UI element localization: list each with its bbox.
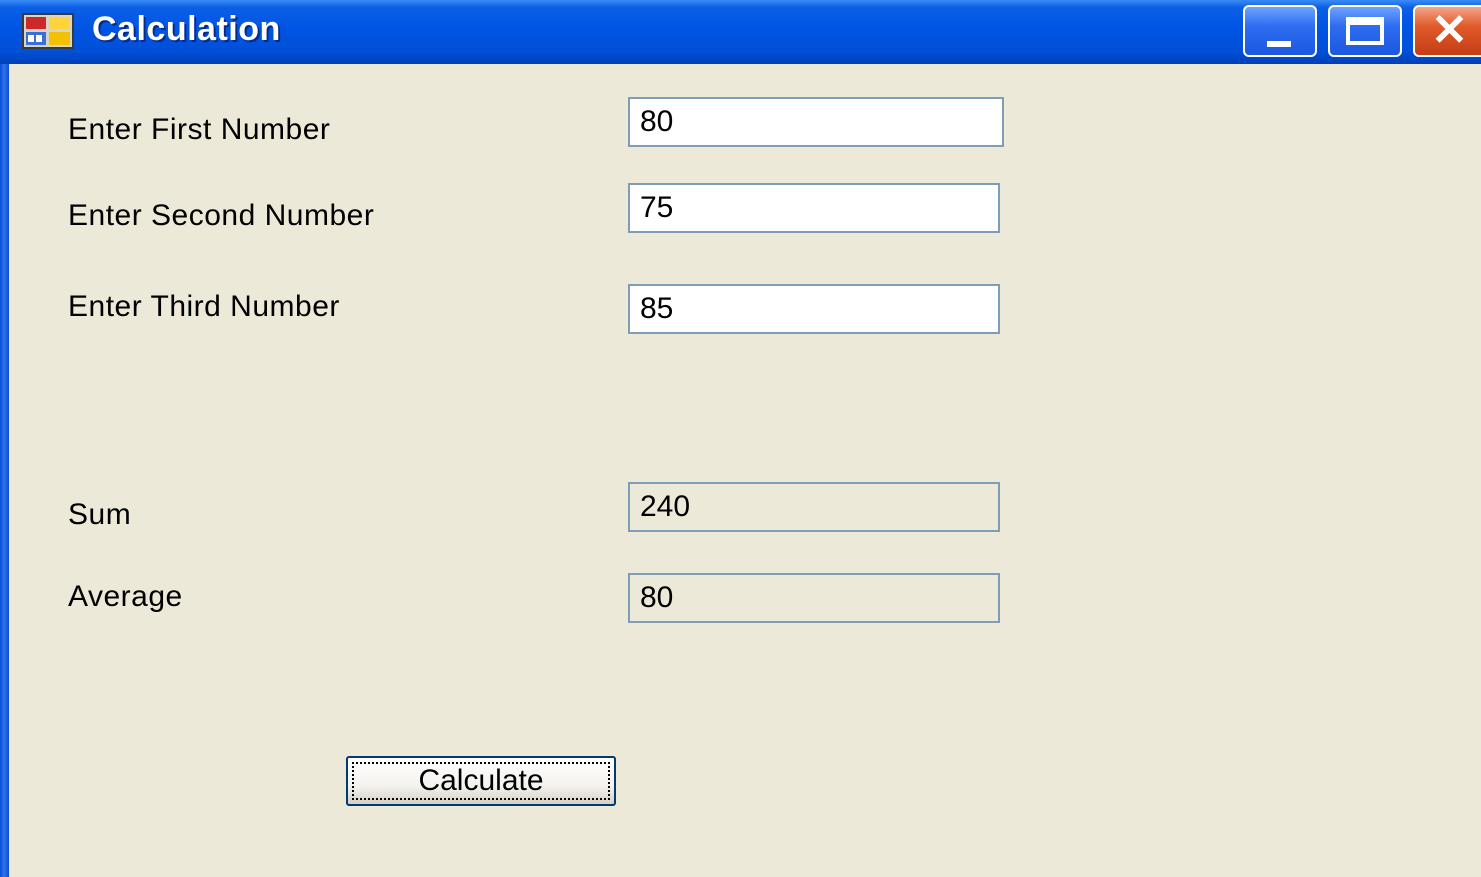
maximize-button[interactable] [1328, 5, 1402, 57]
close-icon: ✕ [1431, 6, 1468, 55]
window-left-border [0, 64, 9, 877]
window-title: Calculation [92, 10, 281, 48]
calculate-button-label: Calculate [418, 764, 544, 797]
second-number-label: Enter Second Number [68, 199, 375, 232]
average-label: Average [68, 580, 183, 613]
minimize-button[interactable] [1243, 5, 1317, 57]
app-form-icon [22, 13, 74, 49]
calculation-window: Calculation ✕ Enter First Number Enter S… [0, 0, 1481, 877]
close-button[interactable]: ✕ [1413, 5, 1481, 57]
sum-output[interactable] [628, 482, 1000, 532]
sum-label: Sum [68, 498, 132, 531]
maximize-icon [1346, 17, 1384, 45]
first-number-label: Enter First Number [68, 113, 331, 146]
title-bar[interactable]: Calculation ✕ [0, 0, 1481, 64]
third-number-input[interactable] [628, 284, 1000, 334]
second-number-input[interactable] [628, 183, 1000, 233]
average-output[interactable] [628, 573, 1000, 623]
calculate-button[interactable]: Calculate [346, 756, 616, 806]
minimize-icon [1267, 41, 1291, 47]
third-number-label: Enter Third Number [68, 290, 340, 323]
first-number-input[interactable] [628, 97, 1004, 147]
